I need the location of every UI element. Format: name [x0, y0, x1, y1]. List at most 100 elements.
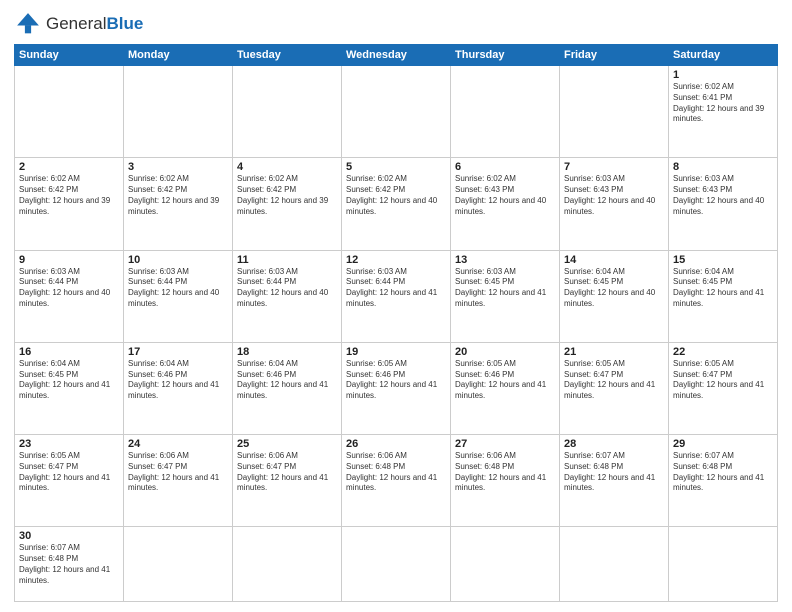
weekday-header-monday: Monday [124, 45, 233, 66]
day-info: Sunrise: 6:07 AMSunset: 6:48 PMDaylight:… [19, 543, 119, 586]
day-info: Sunrise: 6:04 AMSunset: 6:46 PMDaylight:… [128, 359, 228, 402]
calendar-cell: 23Sunrise: 6:05 AMSunset: 6:47 PMDayligh… [15, 435, 124, 527]
calendar-cell: 30Sunrise: 6:07 AMSunset: 6:48 PMDayligh… [15, 527, 124, 602]
day-number: 6 [455, 161, 555, 173]
logo-icon [14, 10, 42, 38]
day-info: Sunrise: 6:02 AMSunset: 6:42 PMDaylight:… [346, 174, 446, 217]
calendar-cell: 29Sunrise: 6:07 AMSunset: 6:48 PMDayligh… [669, 435, 778, 527]
day-info: Sunrise: 6:04 AMSunset: 6:46 PMDaylight:… [237, 359, 337, 402]
day-number: 10 [128, 254, 228, 266]
week-row-1: 2Sunrise: 6:02 AMSunset: 6:42 PMDaylight… [15, 158, 778, 250]
day-number: 11 [237, 254, 337, 266]
calendar-cell [560, 527, 669, 602]
calendar-table: SundayMondayTuesdayWednesdayThursdayFrid… [14, 44, 778, 602]
day-number: 28 [564, 438, 664, 450]
weekday-header-thursday: Thursday [451, 45, 560, 66]
day-info: Sunrise: 6:05 AMSunset: 6:46 PMDaylight:… [455, 359, 555, 402]
weekday-header-tuesday: Tuesday [233, 45, 342, 66]
calendar-cell: 7Sunrise: 6:03 AMSunset: 6:43 PMDaylight… [560, 158, 669, 250]
day-info: Sunrise: 6:03 AMSunset: 6:45 PMDaylight:… [455, 267, 555, 310]
week-row-5: 30Sunrise: 6:07 AMSunset: 6:48 PMDayligh… [15, 527, 778, 602]
day-number: 5 [346, 161, 446, 173]
day-info: Sunrise: 6:05 AMSunset: 6:47 PMDaylight:… [564, 359, 664, 402]
calendar-cell: 1Sunrise: 6:02 AMSunset: 6:41 PMDaylight… [669, 66, 778, 158]
day-number: 3 [128, 161, 228, 173]
calendar-cell: 15Sunrise: 6:04 AMSunset: 6:45 PMDayligh… [669, 250, 778, 342]
calendar-cell: 27Sunrise: 6:06 AMSunset: 6:48 PMDayligh… [451, 435, 560, 527]
weekday-header-sunday: Sunday [15, 45, 124, 66]
calendar-cell: 28Sunrise: 6:07 AMSunset: 6:48 PMDayligh… [560, 435, 669, 527]
day-info: Sunrise: 6:06 AMSunset: 6:47 PMDaylight:… [128, 451, 228, 494]
calendar-cell [560, 66, 669, 158]
calendar-cell [124, 66, 233, 158]
day-info: Sunrise: 6:07 AMSunset: 6:48 PMDaylight:… [564, 451, 664, 494]
day-info: Sunrise: 6:06 AMSunset: 6:48 PMDaylight:… [346, 451, 446, 494]
day-info: Sunrise: 6:02 AMSunset: 6:41 PMDaylight:… [673, 82, 773, 125]
day-number: 22 [673, 346, 773, 358]
day-number: 19 [346, 346, 446, 358]
calendar-cell: 9Sunrise: 6:03 AMSunset: 6:44 PMDaylight… [15, 250, 124, 342]
calendar-cell: 8Sunrise: 6:03 AMSunset: 6:43 PMDaylight… [669, 158, 778, 250]
calendar-cell: 10Sunrise: 6:03 AMSunset: 6:44 PMDayligh… [124, 250, 233, 342]
week-row-0: 1Sunrise: 6:02 AMSunset: 6:41 PMDaylight… [15, 66, 778, 158]
weekday-header-friday: Friday [560, 45, 669, 66]
day-number: 12 [346, 254, 446, 266]
day-number: 18 [237, 346, 337, 358]
day-number: 13 [455, 254, 555, 266]
day-info: Sunrise: 6:07 AMSunset: 6:48 PMDaylight:… [673, 451, 773, 494]
page-header: GeneralBlue [14, 10, 778, 38]
day-info: Sunrise: 6:06 AMSunset: 6:47 PMDaylight:… [237, 451, 337, 494]
day-number: 15 [673, 254, 773, 266]
day-info: Sunrise: 6:05 AMSunset: 6:46 PMDaylight:… [346, 359, 446, 402]
calendar-page: GeneralBlue SundayMondayTuesdayWednesday… [0, 0, 792, 612]
day-info: Sunrise: 6:06 AMSunset: 6:48 PMDaylight:… [455, 451, 555, 494]
calendar-cell: 26Sunrise: 6:06 AMSunset: 6:48 PMDayligh… [342, 435, 451, 527]
day-number: 17 [128, 346, 228, 358]
day-info: Sunrise: 6:02 AMSunset: 6:43 PMDaylight:… [455, 174, 555, 217]
day-number: 29 [673, 438, 773, 450]
day-info: Sunrise: 6:05 AMSunset: 6:47 PMDaylight:… [673, 359, 773, 402]
weekday-header-wednesday: Wednesday [342, 45, 451, 66]
calendar-cell: 18Sunrise: 6:04 AMSunset: 6:46 PMDayligh… [233, 342, 342, 434]
calendar-cell: 6Sunrise: 6:02 AMSunset: 6:43 PMDaylight… [451, 158, 560, 250]
week-row-3: 16Sunrise: 6:04 AMSunset: 6:45 PMDayligh… [15, 342, 778, 434]
calendar-cell [233, 527, 342, 602]
day-info: Sunrise: 6:03 AMSunset: 6:44 PMDaylight:… [346, 267, 446, 310]
calendar-cell: 20Sunrise: 6:05 AMSunset: 6:46 PMDayligh… [451, 342, 560, 434]
calendar-cell: 12Sunrise: 6:03 AMSunset: 6:44 PMDayligh… [342, 250, 451, 342]
calendar-cell: 19Sunrise: 6:05 AMSunset: 6:46 PMDayligh… [342, 342, 451, 434]
day-number: 20 [455, 346, 555, 358]
calendar-cell: 24Sunrise: 6:06 AMSunset: 6:47 PMDayligh… [124, 435, 233, 527]
calendar-cell: 22Sunrise: 6:05 AMSunset: 6:47 PMDayligh… [669, 342, 778, 434]
calendar-cell [233, 66, 342, 158]
calendar-cell [669, 527, 778, 602]
day-number: 14 [564, 254, 664, 266]
day-number: 2 [19, 161, 119, 173]
day-number: 1 [673, 69, 773, 81]
logo-text: GeneralBlue [46, 14, 143, 34]
day-info: Sunrise: 6:02 AMSunset: 6:42 PMDaylight:… [237, 174, 337, 217]
calendar-cell [342, 527, 451, 602]
day-info: Sunrise: 6:03 AMSunset: 6:44 PMDaylight:… [237, 267, 337, 310]
calendar-cell: 4Sunrise: 6:02 AMSunset: 6:42 PMDaylight… [233, 158, 342, 250]
calendar-cell: 21Sunrise: 6:05 AMSunset: 6:47 PMDayligh… [560, 342, 669, 434]
day-info: Sunrise: 6:03 AMSunset: 6:44 PMDaylight:… [19, 267, 119, 310]
logo: GeneralBlue [14, 10, 143, 38]
day-info: Sunrise: 6:04 AMSunset: 6:45 PMDaylight:… [19, 359, 119, 402]
day-info: Sunrise: 6:02 AMSunset: 6:42 PMDaylight:… [19, 174, 119, 217]
calendar-cell [342, 66, 451, 158]
day-info: Sunrise: 6:05 AMSunset: 6:47 PMDaylight:… [19, 451, 119, 494]
day-number: 27 [455, 438, 555, 450]
day-info: Sunrise: 6:03 AMSunset: 6:43 PMDaylight:… [673, 174, 773, 217]
day-number: 21 [564, 346, 664, 358]
calendar-cell: 2Sunrise: 6:02 AMSunset: 6:42 PMDaylight… [15, 158, 124, 250]
day-number: 16 [19, 346, 119, 358]
calendar-cell: 5Sunrise: 6:02 AMSunset: 6:42 PMDaylight… [342, 158, 451, 250]
calendar-cell [15, 66, 124, 158]
day-number: 8 [673, 161, 773, 173]
calendar-cell: 14Sunrise: 6:04 AMSunset: 6:45 PMDayligh… [560, 250, 669, 342]
calendar-cell [124, 527, 233, 602]
day-number: 9 [19, 254, 119, 266]
day-number: 25 [237, 438, 337, 450]
week-row-2: 9Sunrise: 6:03 AMSunset: 6:44 PMDaylight… [15, 250, 778, 342]
